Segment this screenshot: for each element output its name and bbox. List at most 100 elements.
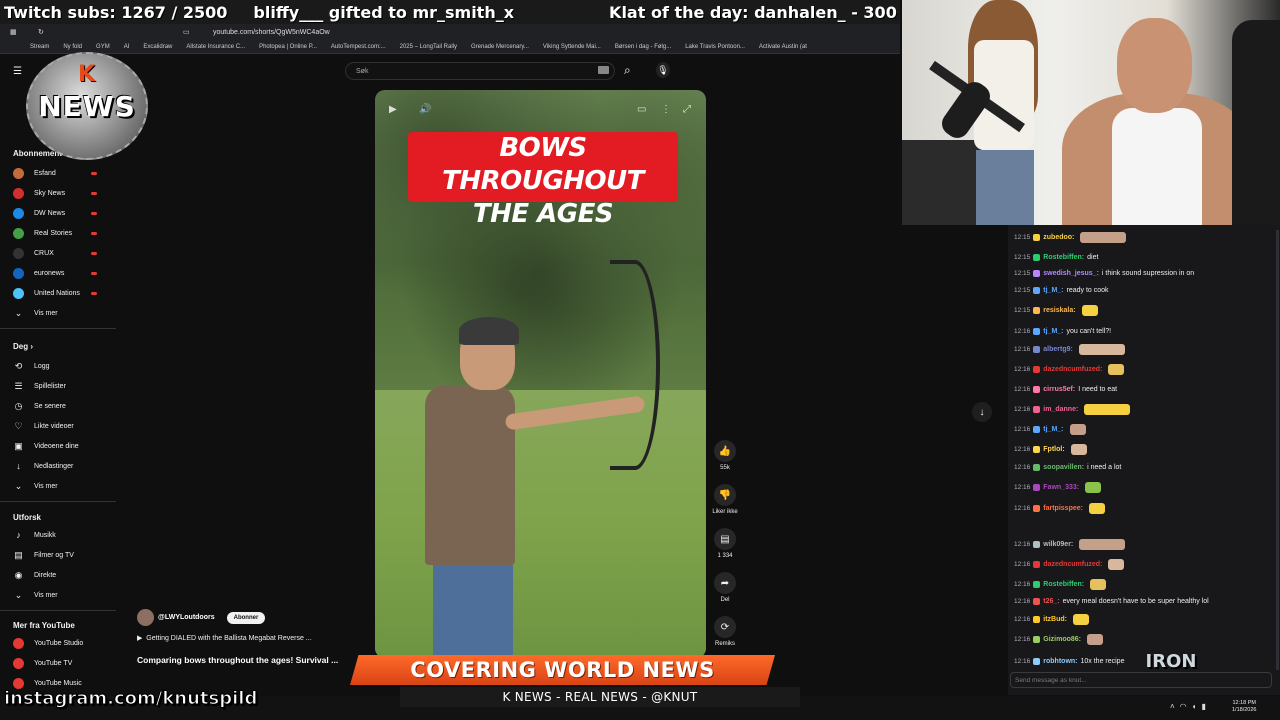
fullscreen-icon[interactable]: ⤢ (683, 104, 691, 115)
sidebar-channel[interactable]: Sky News (13, 186, 113, 200)
arrow-down-icon[interactable]: ↓ (972, 402, 992, 422)
chat-username[interactable]: swedish_jesus_: (1043, 270, 1099, 277)
chat-timestamp: 12:16 (1014, 540, 1031, 548)
bookmark-item[interactable]: AI (124, 44, 130, 50)
chat-username[interactable]: tj_M_: (1043, 426, 1063, 433)
url-text[interactable]: youtube.com/shorts/QgW5nWC4aOw (213, 29, 330, 36)
bookmark-item[interactable]: 2025 – LongTail Rally (400, 44, 457, 50)
remix-button[interactable]: ⟳ Remiks (708, 616, 742, 647)
chevron-up-icon[interactable]: ˄ (1170, 702, 1175, 711)
sidebar-item-history[interactable]: ⟲ Logg (13, 359, 113, 373)
subscribe-button[interactable]: Abonner (226, 611, 266, 624)
sidebar-item-youtube-tv[interactable]: YouTube TV (13, 656, 113, 670)
chat-username[interactable]: Rostebiffen: (1043, 581, 1084, 588)
like-button[interactable]: 👍 55k (708, 440, 742, 471)
sidebar-item-studio[interactable]: YouTube Studio (13, 636, 113, 650)
chat-username[interactable]: Fawn_333: (1043, 484, 1079, 491)
search-input[interactable]: Søk (345, 62, 615, 80)
chat-username[interactable]: albertg9: (1043, 346, 1073, 353)
sidebar-item-liked[interactable]: ♡ Likte videoer (13, 419, 113, 433)
channel-handle[interactable]: @LWYLoutdoors (158, 614, 215, 621)
bookmark-icon[interactable]: ▭ (183, 28, 190, 36)
system-clock[interactable]: 12:18 PM 1/18/2026 (1232, 700, 1256, 714)
bookmark-item[interactable]: Børsen i dag - Følg... (615, 44, 671, 50)
bookmark-item[interactable]: Excalidraw (143, 44, 172, 50)
more-options-icon[interactable]: ⋮ (661, 104, 671, 115)
chat-username[interactable]: cirrus5ef: (1043, 386, 1075, 393)
sidebar-item-music[interactable]: ♪ Musikk (13, 528, 113, 542)
bookmark-item[interactable]: Activate Austin (at (759, 44, 807, 50)
bookmark-item[interactable]: Ny fold (63, 44, 82, 50)
show-more-subscriptions[interactable]: ⌄ Vis mer (13, 306, 113, 320)
wifi-icon[interactable]: ◠ (1180, 702, 1187, 711)
chat-username[interactable]: Rostebiffen: (1043, 254, 1084, 261)
bookmark-item[interactable]: Viking Syttende Mai... (543, 44, 601, 50)
chat-username[interactable]: t26_: (1043, 598, 1059, 605)
reload-icon[interactable]: ↻ (38, 28, 44, 36)
sidebar-item-live[interactable]: ◉ Direkte (13, 568, 113, 582)
bookmark-item[interactable]: Allstate Insurance C... (186, 44, 245, 50)
chat-username[interactable]: Fptlol: (1043, 446, 1064, 453)
bookmark-item[interactable]: GYM (96, 44, 110, 50)
sidebar-channel[interactable]: CRUX (13, 246, 113, 260)
keyboard-icon[interactable] (598, 66, 609, 74)
bookmark-item[interactable]: Photopea | Online P... (259, 44, 317, 50)
battery-icon[interactable]: ▮ (1202, 702, 1206, 711)
channel-avatar[interactable] (137, 609, 154, 626)
chat-badge-icon (1033, 425, 1041, 433)
video-heading: Comparing bows throughout the ages! Surv… (137, 655, 339, 665)
address-bar[interactable]: ▦ ↻ ▭ youtube.com/shorts/QgW5nWC4aOw (0, 24, 900, 40)
you-heading[interactable]: Deg › (13, 342, 33, 351)
shorts-video[interactable]: BOWS THROUGHOUT THE AGES ▶ 🔊 ▭ ⋮ ⤢ (375, 90, 706, 658)
history-icon: ⟲ (14, 360, 23, 371)
chat-timestamp: 12:16 (1014, 597, 1031, 605)
more-from-youtube-heading: Mer fra YouTube (13, 621, 75, 630)
bookmark-item[interactable]: Stream (30, 44, 49, 50)
captions-icon[interactable]: ▭ (637, 104, 646, 115)
sidebar-item-downloads[interactable]: ↓ Nedlastinger (13, 459, 113, 473)
chat-username[interactable]: dazedncumfuzed: (1043, 561, 1102, 568)
dislike-button[interactable]: 👎 Liker ikke (708, 484, 742, 515)
sidebar-channel[interactable]: Real Stories (13, 226, 113, 240)
sidebar-channel[interactable]: United Nations (13, 286, 113, 300)
hamburger-menu-icon[interactable]: ☰ (13, 66, 22, 77)
chat-timestamp: 12:16 (1014, 615, 1031, 623)
chat-username[interactable]: dazedncumfuzed: (1043, 366, 1102, 373)
chat-username[interactable]: im_danne: (1043, 406, 1078, 413)
sidebar-channel[interactable]: euronews (13, 266, 113, 280)
system-tray[interactable]: ˄ ◠ ◖ ▮ (1170, 702, 1206, 711)
bookmark-item[interactable]: Grenade Mercenary... (471, 44, 529, 50)
sidebar-item-watch-later[interactable]: ◷ Se senere (13, 399, 113, 413)
chat-username[interactable]: wilk09er: (1043, 541, 1073, 548)
channel-avatar (13, 247, 24, 259)
sidebar-item-playlists[interactable]: ☰ Spillelister (13, 379, 113, 393)
chat-username[interactable]: tj_M_: (1043, 328, 1063, 335)
chat-username[interactable]: resiskala: (1043, 307, 1075, 314)
chat-username[interactable]: fartpisspee: (1043, 505, 1083, 512)
search-icon[interactable]: ⌕ (624, 63, 631, 78)
bookmark-item[interactable]: AutoTempest.com:... (331, 44, 386, 50)
chat-username[interactable]: itzBud: (1043, 616, 1067, 623)
microphone-icon[interactable]: 🎙 (656, 62, 670, 78)
chat-username[interactable]: tj_M_: (1043, 287, 1063, 294)
volume-icon[interactable]: 🔊 (419, 104, 431, 115)
chat-username[interactable]: zubedoo: (1043, 234, 1074, 241)
volume-icon[interactable]: ◖ (1192, 702, 1197, 711)
bookmark-item[interactable]: Lake Travis Pontoon... (685, 44, 745, 50)
chat-username[interactable]: soopavillen: (1043, 464, 1084, 471)
chat-message: 12:16 tj_M_: you can't tell?! (1014, 323, 1278, 339)
show-more-you[interactable]: ⌄ Vis mer (13, 479, 113, 493)
sidebar-item-films[interactable]: ▤ Filmer og TV (13, 548, 113, 562)
play-icon[interactable]: ▶ (389, 104, 397, 115)
share-button[interactable]: ➦ Del (708, 572, 742, 603)
sidebar-channel[interactable]: Esfand (13, 166, 113, 180)
related-video-link[interactable]: ▶ Getting DIALED with the Ballista Megab… (137, 634, 312, 642)
sidebar-item-your-videos[interactable]: ▣ Videoene dine (13, 439, 113, 453)
show-more-explore[interactable]: ⌄ Vis mer (13, 588, 113, 602)
chat-username[interactable]: Gizimoo86: (1043, 636, 1081, 643)
chat-username[interactable]: robhtown: (1043, 658, 1077, 665)
comments-button[interactable]: ▤ 1 334 (708, 528, 742, 559)
chat-scrollbar[interactable] (1276, 230, 1279, 670)
sidebar-channel[interactable]: DW News (13, 206, 113, 220)
apps-icon[interactable]: ▦ (10, 28, 17, 36)
